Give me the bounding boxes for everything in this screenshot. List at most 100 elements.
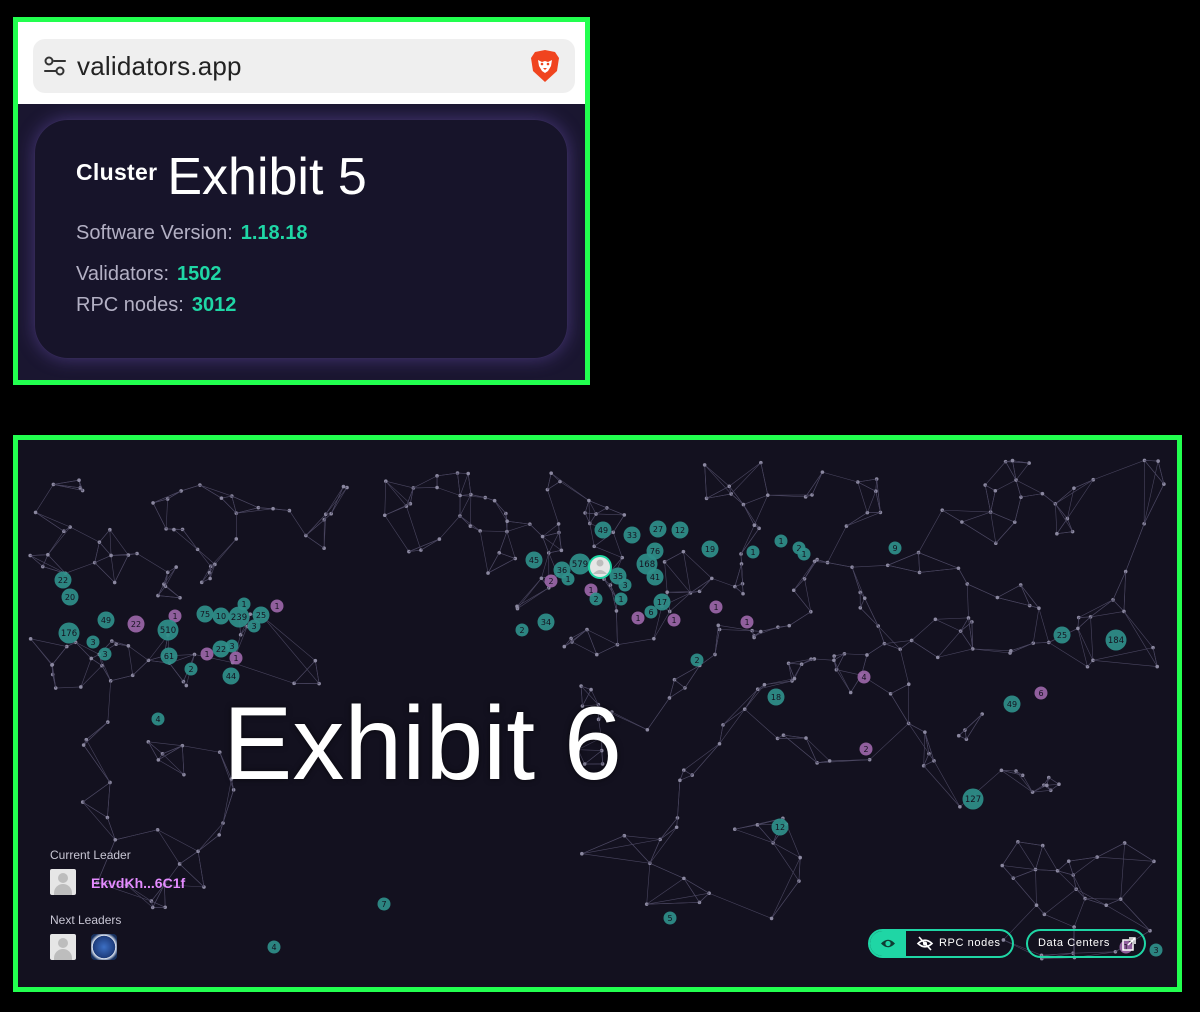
node-marker[interactable]: 3 xyxy=(247,619,261,633)
mesh-edge xyxy=(669,592,691,612)
node-marker[interactable]: 510 xyxy=(157,619,179,641)
node-marker[interactable]: 2 xyxy=(589,592,603,606)
mesh-edge xyxy=(1123,611,1154,648)
show-validators-button[interactable] xyxy=(870,931,906,956)
rpc-nodes-toggle[interactable]: RPC nodes xyxy=(906,931,1012,956)
node-marker[interactable]: 1 xyxy=(746,545,760,559)
node-marker[interactable]: 4 xyxy=(267,940,281,954)
node-marker[interactable]: 27 xyxy=(649,520,667,538)
node-marker[interactable]: 18 xyxy=(767,688,785,706)
node-marker[interactable]: 20 xyxy=(61,588,79,606)
mesh-node xyxy=(622,513,627,517)
node-marker[interactable]: 6 xyxy=(644,605,658,619)
node-marker[interactable]: 22 xyxy=(54,571,72,589)
node-marker[interactable]: 41 xyxy=(646,568,664,586)
current-leader-avatar[interactable] xyxy=(50,869,76,895)
site-settings-icon[interactable] xyxy=(43,55,67,77)
mesh-edge xyxy=(596,513,625,516)
node-marker[interactable]: 25 xyxy=(1053,626,1071,644)
mesh-node xyxy=(710,576,714,581)
node-marker[interactable]: 12 xyxy=(771,818,789,836)
data-centers-button[interactable]: Data Centers xyxy=(1026,929,1146,958)
node-marker[interactable]: 44 xyxy=(222,667,240,685)
mesh-edge xyxy=(330,487,348,514)
node-marker[interactable]: 2 xyxy=(184,662,198,676)
node-marker[interactable]: 3 xyxy=(225,639,239,653)
mesh-edge xyxy=(990,512,997,544)
mesh-edge xyxy=(581,839,661,855)
mesh-node xyxy=(1156,459,1160,463)
mesh-edge xyxy=(613,514,625,533)
current-leader-key[interactable]: EkvdKh...6C1f xyxy=(91,875,185,891)
node-marker[interactable]: 2 xyxy=(515,623,529,637)
mesh-node xyxy=(1122,609,1126,614)
node-marker[interactable]: 1 xyxy=(614,592,628,606)
node-marker[interactable]: 2 xyxy=(690,653,704,667)
node-marker[interactable]: 5 xyxy=(663,911,677,925)
node-marker[interactable]: 61 xyxy=(160,647,178,665)
mesh-node xyxy=(906,682,911,687)
node-marker[interactable]: 2 xyxy=(544,574,558,588)
node-marker[interactable]: 33 xyxy=(623,526,641,544)
node-marker[interactable]: 1 xyxy=(237,597,251,611)
mesh-edge xyxy=(30,554,48,556)
node-marker-count: 22 xyxy=(216,645,226,654)
mesh-edge xyxy=(1055,503,1058,534)
node-marker[interactable]: 75 xyxy=(196,605,214,623)
mesh-node xyxy=(1040,491,1045,496)
next-leader-avatar-1[interactable] xyxy=(50,934,76,960)
node-marker[interactable]: 1 xyxy=(740,615,754,629)
node-marker[interactable]: 6 xyxy=(1034,686,1048,700)
node-marker[interactable]: 49 xyxy=(97,611,115,629)
mesh-edge xyxy=(972,648,1011,654)
mesh-edge xyxy=(163,566,177,585)
node-marker[interactable]: 184 xyxy=(1105,629,1127,651)
current-leader-marker[interactable] xyxy=(588,555,612,579)
node-marker[interactable]: 22 xyxy=(127,615,145,633)
node-marker[interactable]: 45 xyxy=(525,551,543,569)
brave-lion-icon[interactable] xyxy=(529,49,561,83)
node-marker[interactable]: 7 xyxy=(377,897,391,911)
node-marker[interactable]: 35 xyxy=(609,567,627,585)
address-bar[interactable]: validators.app xyxy=(33,39,575,93)
mesh-edge xyxy=(459,473,469,496)
node-marker[interactable]: 9 xyxy=(888,541,902,555)
next-leader-avatar-2[interactable] xyxy=(91,934,117,960)
node-marker[interactable]: 12 xyxy=(671,521,689,539)
node-marker[interactable]: 49 xyxy=(594,521,612,539)
node-marker[interactable]: 4 xyxy=(151,712,165,726)
mesh-node xyxy=(665,590,669,594)
mesh-edge xyxy=(1055,503,1068,519)
node-marker[interactable]: 1 xyxy=(709,600,723,614)
node-marker[interactable]: 1 xyxy=(774,534,788,548)
node-marker[interactable]: 3 xyxy=(86,635,100,649)
node-marker[interactable]: 2 xyxy=(859,742,873,756)
node-marker[interactable]: 3 xyxy=(98,647,112,661)
node-marker[interactable]: 10 xyxy=(212,607,230,625)
node-marker-count: 2 xyxy=(188,665,193,674)
node-marker[interactable]: 127 xyxy=(962,788,984,810)
mesh-edge xyxy=(1068,861,1074,876)
node-marker[interactable]: 1 xyxy=(797,547,811,561)
mesh-node xyxy=(587,498,591,503)
node-marker[interactable]: 1 xyxy=(667,613,681,627)
node-marker[interactable]: 1 xyxy=(270,599,284,613)
node-marker[interactable]: 176 xyxy=(58,622,80,644)
mesh-edge xyxy=(1055,479,1094,505)
node-marker[interactable]: 1 xyxy=(631,611,645,625)
node-marker[interactable]: 34 xyxy=(537,613,555,631)
node-marker[interactable]: 579 xyxy=(569,553,591,575)
mesh-edge xyxy=(548,532,560,554)
node-marker[interactable]: 1 xyxy=(561,572,575,586)
node-marker[interactable]: 1 xyxy=(229,651,243,665)
node-marker[interactable]: 4 xyxy=(857,670,871,684)
mesh-node xyxy=(858,605,863,610)
mesh-edge xyxy=(674,679,686,689)
node-marker[interactable]: 49 xyxy=(1003,695,1021,713)
node-marker[interactable]: 1 xyxy=(200,647,214,661)
node-marker[interactable]: 3 xyxy=(1149,943,1163,957)
mesh-edge xyxy=(162,745,183,755)
mesh-edge xyxy=(984,484,991,513)
node-marker[interactable]: 19 xyxy=(701,540,719,558)
mesh-edge xyxy=(99,529,111,543)
